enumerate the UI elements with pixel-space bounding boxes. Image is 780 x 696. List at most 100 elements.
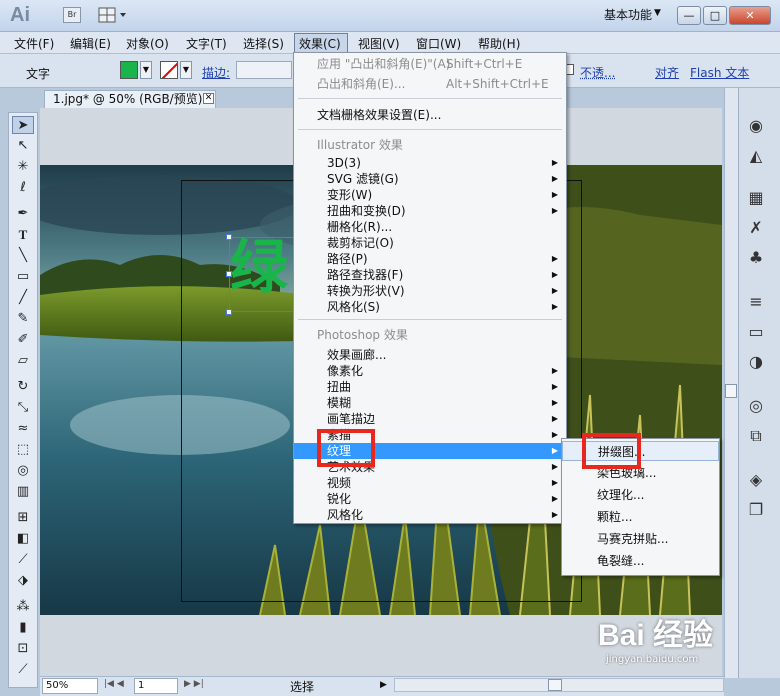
page-nav-first-icon[interactable]: |◀ ◀ xyxy=(104,679,124,689)
scale-icon[interactable]: ⤡ xyxy=(12,399,34,417)
fill-dropdown-icon[interactable]: ▼ xyxy=(140,61,152,79)
zoom-level-select[interactable]: 50% xyxy=(42,678,98,694)
artboards-icon[interactable]: ❐ xyxy=(745,500,767,520)
pencil-icon[interactable]: ✎ xyxy=(12,310,34,328)
appearance-icon[interactable]: ◎ xyxy=(745,396,767,416)
magic-wand-icon[interactable]: ✳ xyxy=(12,158,34,176)
illustrator-effect-item[interactable]: 裁剪标记(O) xyxy=(294,235,566,251)
document-tab[interactable]: 1.jpg* @ 50% (RGB/预览) xyxy=(44,90,216,108)
photoshop-effect-item[interactable]: 效果画廊... xyxy=(294,347,566,363)
color-panel-icon[interactable]: ◉ xyxy=(745,116,767,136)
free-transform-icon[interactable]: ⬚ xyxy=(12,441,34,459)
flash-text-link[interactable]: Flash 文本 xyxy=(690,64,749,81)
illustrator-effect-item[interactable]: SVG 滤镜(G) ▶ xyxy=(294,171,566,187)
photoshop-effect-item[interactable]: 像素化 ▶ xyxy=(294,363,566,379)
warp-icon[interactable]: ≈ xyxy=(12,420,34,438)
graphic-styles-icon[interactable]: ⧉ xyxy=(745,426,767,446)
menu-file[interactable]: 文件(F) xyxy=(14,35,54,52)
illustrator-effect-item[interactable]: 风格化(S) ▶ xyxy=(294,299,566,315)
close-button[interactable]: ✕ xyxy=(729,6,771,25)
rotate-icon[interactable]: ↻ xyxy=(12,378,34,396)
pen-icon[interactable]: ✒ xyxy=(12,205,34,223)
workspace-switcher[interactable]: 基本功能 xyxy=(604,6,652,23)
texture-submenu-item[interactable]: 龟裂缝... xyxy=(562,551,719,571)
menu-help[interactable]: 帮助(H) xyxy=(478,35,520,52)
artboard-icon[interactable]: ⊡ xyxy=(12,640,34,658)
page-nav-next-icon[interactable]: ▶ ▶| xyxy=(184,679,204,689)
selection-icon[interactable]: ➤ xyxy=(12,116,34,134)
menu-edit[interactable]: 编辑(E) xyxy=(70,35,111,52)
brushes-icon[interactable]: ✗ xyxy=(745,218,767,238)
maximize-button[interactable]: □ xyxy=(703,6,727,25)
eraser-icon[interactable]: ▱ xyxy=(12,352,34,370)
photoshop-effect-item[interactable]: 锐化 ▶ xyxy=(294,491,566,507)
align-link[interactable]: 对齐 xyxy=(655,64,679,81)
menu-effect[interactable]: 效果(C) xyxy=(299,35,341,52)
lasso-icon[interactable]: ℓ xyxy=(12,179,34,197)
eyedropper-icon[interactable]: ⟋ xyxy=(12,551,34,569)
status-menu-arrow-icon[interactable]: ▶ xyxy=(380,680,387,690)
stroke-link[interactable]: 描边: xyxy=(202,64,230,81)
gradient-panel-icon[interactable]: ▭ xyxy=(745,322,767,342)
menu-view[interactable]: 视图(V) xyxy=(358,35,400,52)
line-icon[interactable]: ╲ xyxy=(12,247,34,265)
illustrator-effect-item[interactable]: 路径(P) ▶ xyxy=(294,251,566,267)
vertical-scrollbar[interactable] xyxy=(724,88,738,678)
photoshop-effect-item[interactable]: 视频 ▶ xyxy=(294,475,566,491)
illustrator-effect-item[interactable]: 3D(3) ▶ xyxy=(294,155,566,171)
symbol-sprayer-icon[interactable]: ⁂ xyxy=(12,598,34,616)
raster-settings-item[interactable]: 文档栅格效果设置(E)... xyxy=(294,107,566,123)
texture-submenu-item[interactable]: 颗粒... xyxy=(562,507,719,527)
texture-submenu-item[interactable]: 纹理化... xyxy=(562,485,719,505)
opacity-link[interactable]: 不透... xyxy=(580,64,615,81)
mesh-icon[interactable]: ⊞ xyxy=(12,509,34,527)
symbols-icon[interactable]: ♣ xyxy=(745,248,767,268)
stroke-panel-icon[interactable]: ≡ xyxy=(745,292,767,312)
stroke-dropdown-icon[interactable]: ▼ xyxy=(180,61,192,79)
bridge-button[interactable]: Br xyxy=(63,7,81,23)
menu-select[interactable]: 选择(S) xyxy=(243,35,284,52)
blend-icon[interactable]: ⬗ xyxy=(12,572,34,590)
gradient-icon[interactable]: ◧ xyxy=(12,530,34,548)
chevron-down-icon[interactable]: ▼ xyxy=(654,8,661,18)
illustrator-effect-item[interactable]: 扭曲和变换(D) ▶ xyxy=(294,203,566,219)
photoshop-effect-item[interactable]: 模糊 ▶ xyxy=(294,395,566,411)
scrollbar-thumb[interactable] xyxy=(725,384,737,398)
fill-color-swatch[interactable] xyxy=(120,61,138,79)
illustrator-effect-item[interactable]: 转换为形状(V) ▶ xyxy=(294,283,566,299)
shape-builder-icon[interactable]: ◎ xyxy=(12,462,34,480)
paintbrush-icon[interactable]: ╱ xyxy=(12,289,34,307)
last-effect-item[interactable]: 凸出和斜角(E)... Alt+Shift+Ctrl+E xyxy=(294,76,566,92)
color-guide-icon[interactable]: ◭ xyxy=(745,146,767,166)
minimize-button[interactable]: — xyxy=(677,6,701,25)
menu-object[interactable]: 对象(O) xyxy=(126,35,169,52)
resize-handle[interactable] xyxy=(226,309,232,315)
graph-icon[interactable]: ▥ xyxy=(12,483,34,501)
apply-last-effect-item[interactable]: 应用 "凸出和斜角(E)"(A) Shift+Ctrl+E xyxy=(294,56,566,72)
illustrator-effect-item[interactable]: 变形(W) ▶ xyxy=(294,187,566,203)
stroke-color-swatch[interactable] xyxy=(160,61,178,79)
layers-icon[interactable]: ◈ xyxy=(745,470,767,490)
photoshop-effect-item[interactable]: 风格化 ▶ xyxy=(294,507,566,523)
type-icon[interactable]: T xyxy=(12,226,34,244)
blob-brush-icon[interactable]: ✐ xyxy=(12,331,34,349)
photoshop-effect-item[interactable]: 扭曲 ▶ xyxy=(294,379,566,395)
transparency-icon[interactable]: ◑ xyxy=(745,352,767,372)
menu-window[interactable]: 窗口(W) xyxy=(416,35,461,52)
stroke-weight-input[interactable] xyxy=(236,61,292,79)
texture-submenu-item[interactable]: 马赛克拼贴... xyxy=(562,529,719,549)
hscroll-thumb[interactable] xyxy=(548,679,562,691)
selected-text-object[interactable]: 绿 xyxy=(230,232,294,302)
illustrator-effect-item[interactable]: 栅格化(R)... xyxy=(294,219,566,235)
slice-icon[interactable]: ⟋ xyxy=(12,661,34,679)
page-number-select[interactable]: 1 xyxy=(134,678,178,694)
rectangle-icon[interactable]: ▭ xyxy=(12,268,34,286)
close-tab-icon[interactable]: ✕ xyxy=(203,93,214,104)
swatches-icon[interactable]: ▦ xyxy=(745,188,767,208)
direct-selection-icon[interactable]: ↖ xyxy=(12,137,34,155)
column-graph-icon[interactable]: ▮ xyxy=(12,619,34,637)
menu-type[interactable]: 文字(T) xyxy=(186,35,227,52)
photoshop-effect-item[interactable]: 画笔描边 ▶ xyxy=(294,411,566,427)
illustrator-effect-item[interactable]: 路径查找器(F) ▶ xyxy=(294,267,566,283)
arrange-documents-icon[interactable] xyxy=(98,7,128,23)
